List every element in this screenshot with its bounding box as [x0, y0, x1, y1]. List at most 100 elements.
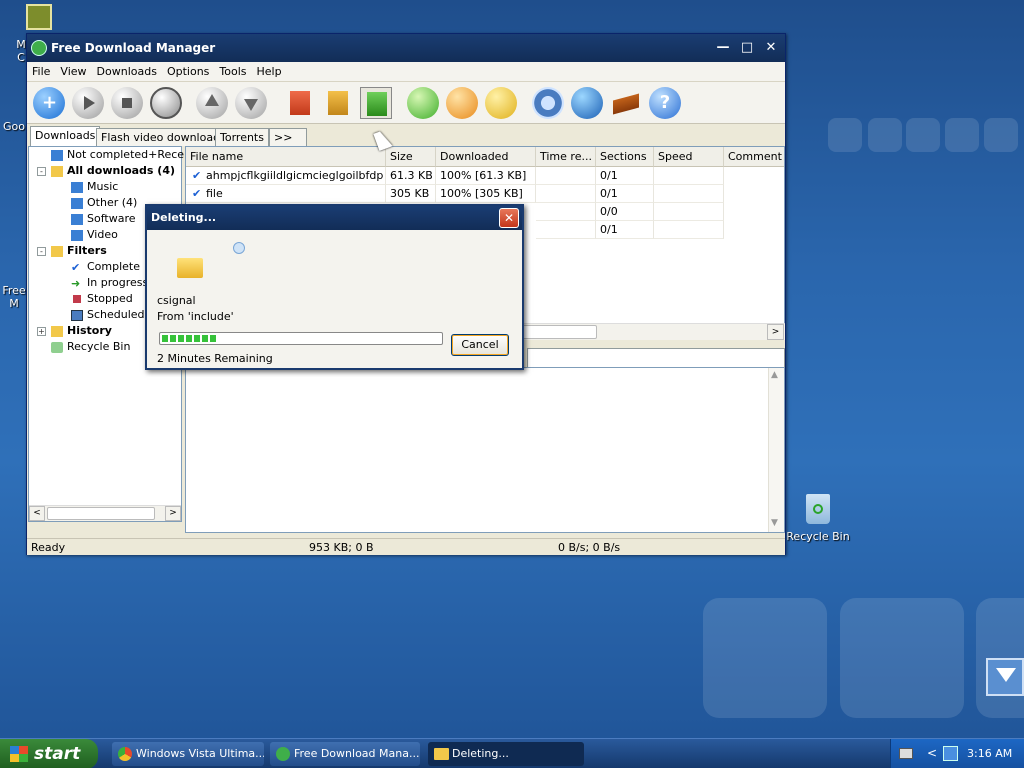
start-selected-icon[interactable] — [407, 87, 439, 119]
recycle-bin-icon[interactable] — [806, 494, 830, 524]
taskbar: start Windows Vista Ultima... Free Downl… — [0, 738, 1024, 768]
start-button[interactable]: start — [0, 739, 98, 768]
collapse-icon[interactable]: - — [37, 247, 46, 256]
tree-label: All downloads (4) — [67, 164, 176, 177]
menu-options[interactable]: Options — [162, 62, 214, 82]
desktop-decor — [840, 598, 964, 718]
column-sections[interactable]: Sections — [596, 147, 654, 167]
move-up-icon[interactable] — [196, 87, 228, 119]
column-comment[interactable]: Comment — [724, 147, 784, 167]
desktop-app-icon[interactable] — [26, 4, 52, 30]
music-icon[interactable] — [571, 87, 603, 119]
desktop-decor — [703, 598, 827, 718]
task-deleting[interactable]: Deleting... — [428, 742, 584, 766]
tree-item-stopped[interactable]: Stopped — [71, 291, 133, 307]
desktop-icon-label[interactable]: Goo — [0, 120, 28, 133]
column-time-remaining[interactable]: Time re... — [536, 147, 596, 167]
tree-item-other[interactable]: Other (4) — [71, 195, 137, 211]
tree-item-recycle-bin[interactable]: Recycle Bin — [51, 339, 130, 355]
folder-icon — [51, 245, 63, 257]
pause-icon[interactable] — [485, 87, 517, 119]
scroll-up-icon[interactable]: ▲ — [771, 370, 778, 380]
tab-torrents[interactable]: Torrents — [215, 128, 269, 146]
task-chrome[interactable]: Windows Vista Ultima... — [112, 742, 264, 766]
scroll-down-icon[interactable]: ▼ — [771, 518, 778, 528]
tab-downloads[interactable]: Downloads — [30, 126, 101, 146]
tree-item-history[interactable]: History — [51, 323, 112, 339]
tree-label: Video — [87, 228, 118, 241]
lower-tab-area[interactable] — [527, 348, 785, 367]
arrow-down-icon — [71, 197, 83, 209]
books-icon[interactable] — [610, 87, 642, 119]
tree-item-scheduled[interactable]: Scheduled — [71, 307, 145, 323]
dialog-title-bar[interactable]: Deleting... ✕ — [147, 206, 522, 230]
download-arrow-icon[interactable] — [986, 658, 1024, 696]
stop-all-icon[interactable] — [322, 87, 354, 119]
column-speed[interactable]: Speed — [654, 147, 724, 167]
schedule-icon[interactable] — [150, 87, 182, 119]
start-label: start — [34, 744, 81, 764]
cell-speed — [654, 203, 724, 221]
column-file-name[interactable]: File name — [186, 147, 386, 167]
collapse-icon[interactable]: - — [37, 167, 46, 176]
tree-item-music[interactable]: Music — [71, 179, 118, 195]
scroll-right-icon[interactable]: > — [767, 324, 784, 340]
tab-flash-video[interactable]: Flash video downloads — [96, 128, 231, 146]
stop-icon[interactable] — [111, 87, 143, 119]
maximize-icon[interactable]: □ — [739, 40, 755, 56]
scroll-thumb[interactable] — [47, 507, 155, 520]
tree-item-software[interactable]: Software — [71, 211, 136, 227]
minimize-icon[interactable]: — — [715, 40, 731, 56]
tree-label: Music — [87, 180, 119, 193]
network-icon[interactable] — [943, 746, 958, 761]
pause-all-icon[interactable] — [360, 87, 392, 119]
expand-icon[interactable]: + — [37, 327, 46, 336]
info-vscrollbar[interactable]: ▲ ▼ — [768, 368, 784, 532]
close-icon[interactable]: ✕ — [763, 40, 779, 56]
tab-more[interactable]: >> — [269, 128, 307, 146]
tree-item-all-downloads[interactable]: All downloads (4) — [51, 163, 175, 179]
tree-item-filters[interactable]: Filters — [51, 243, 107, 259]
menu-downloads[interactable]: Downloads — [92, 62, 162, 82]
clock[interactable]: 3:16 AM — [967, 739, 1012, 768]
tree-item-complete[interactable]: ✔ Complete — [71, 259, 140, 275]
tray-chevron-icon[interactable]: < — [927, 746, 937, 760]
tree-item-video[interactable]: Video — [71, 227, 118, 243]
window-title-bar[interactable]: Free Download Manager — □ ✕ — [27, 34, 785, 62]
menu-file[interactable]: File — [27, 62, 55, 82]
menu-help[interactable]: Help — [252, 62, 287, 82]
recycle-bin-label[interactable]: Recycle Bin — [786, 530, 850, 543]
tree-item-in-progress[interactable]: ➜ In progress — [71, 275, 148, 291]
tree-item-not-completed[interactable]: Not completed+Recen — [51, 147, 191, 163]
cancel-button[interactable]: Cancel — [451, 334, 509, 356]
chrome-icon — [118, 747, 132, 761]
menu-tools[interactable]: Tools — [214, 62, 251, 82]
start-icon[interactable] — [72, 87, 104, 119]
column-downloaded[interactable]: Downloaded — [436, 147, 536, 167]
add-download-icon[interactable]: + — [33, 87, 65, 119]
dialog-title: Deleting... — [151, 211, 217, 224]
menu-view[interactable]: View — [55, 62, 91, 82]
desktop-decor — [868, 118, 902, 152]
help-icon[interactable]: ? — [649, 87, 681, 119]
settings-icon[interactable] — [532, 87, 564, 119]
tree-hscrollbar[interactable]: < > — [29, 505, 181, 521]
cell-sections: 0/1 — [596, 167, 654, 185]
scroll-right-icon[interactable]: > — [165, 506, 181, 521]
checkmark-icon: ✔ — [192, 169, 202, 182]
cell-file-name: ahmpjcflkgiildlgicmcieglgoilbfdp — [186, 167, 386, 185]
column-size[interactable]: Size — [386, 147, 436, 167]
move-down-icon[interactable] — [235, 87, 267, 119]
scroll-left-icon[interactable]: < — [29, 506, 45, 521]
desktop-icon-label[interactable]: Free M — [0, 284, 28, 310]
deleting-dialog: Deleting... ✕ csignal From 'include' Can… — [145, 204, 524, 370]
status-ready: Ready — [31, 541, 66, 554]
stop-selected-icon[interactable] — [446, 87, 478, 119]
tree-label: Software — [87, 212, 136, 225]
dialog-close-icon[interactable]: ✕ — [499, 208, 519, 228]
task-fdm[interactable]: Free Download Mana... — [270, 742, 420, 766]
start-all-icon[interactable] — [284, 87, 316, 119]
tree-label: Filters — [67, 244, 107, 257]
keyboard-icon[interactable] — [899, 748, 913, 759]
tree-label: Other (4) — [87, 196, 138, 209]
